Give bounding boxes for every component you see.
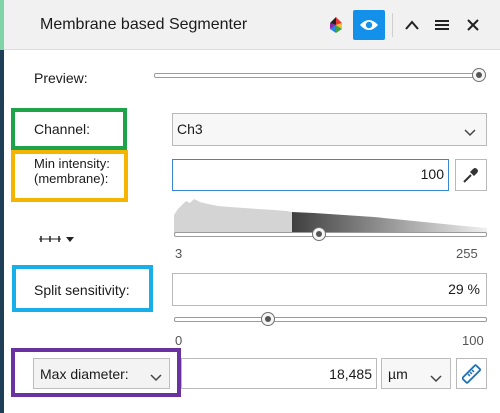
eyedropper-button[interactable]	[455, 159, 487, 191]
split-max-label: 100	[462, 333, 484, 348]
highlight-frame-split-sensitivity	[12, 265, 153, 312]
channel-select[interactable]	[172, 113, 487, 146]
header-separator	[392, 13, 393, 37]
menu-icon[interactable]	[430, 10, 454, 40]
split-slider-thumb[interactable]	[260, 312, 275, 326]
channel-value: Ch3	[177, 121, 203, 137]
split-slider-track[interactable]	[174, 317, 487, 322]
split-sensitivity-value: 29 %	[448, 281, 480, 297]
measure-ruler-icon	[461, 363, 481, 384]
color-wheel-icon[interactable]	[322, 10, 350, 40]
max-diameter-value: 18,485	[329, 366, 372, 382]
chevron-down-icon	[430, 370, 442, 386]
header-accent-strip	[0, 0, 4, 50]
close-icon[interactable]	[460, 10, 486, 40]
measure-button[interactable]	[456, 358, 487, 389]
unit-value: µm	[388, 366, 408, 382]
chevron-up-icon[interactable]	[400, 10, 424, 40]
split-min-label: 0	[175, 333, 183, 348]
intensity-slider-thumb[interactable]	[311, 227, 326, 241]
panel-title: Membrane based Segmenter	[40, 16, 248, 33]
min-intensity-value: 100	[420, 166, 444, 182]
chevron-down-icon	[464, 124, 476, 140]
preview-label: Preview:	[34, 70, 88, 86]
histogram-max-label: 255	[456, 246, 478, 261]
highlight-frame-max-diameter	[11, 348, 181, 397]
intensity-histogram[interactable]	[174, 195, 487, 235]
intensity-slider-track[interactable]	[174, 232, 487, 237]
eye-icon[interactable]	[353, 10, 385, 40]
eyedropper-icon	[463, 168, 478, 183]
highlight-frame-channel	[11, 108, 127, 150]
histogram-min-label: 3	[175, 246, 183, 261]
highlight-frame-min-intensity	[11, 150, 128, 202]
preview-slider-track[interactable]	[154, 73, 486, 78]
preview-slider-thumb[interactable]	[472, 68, 486, 82]
range-mode-icon[interactable]	[37, 233, 77, 249]
